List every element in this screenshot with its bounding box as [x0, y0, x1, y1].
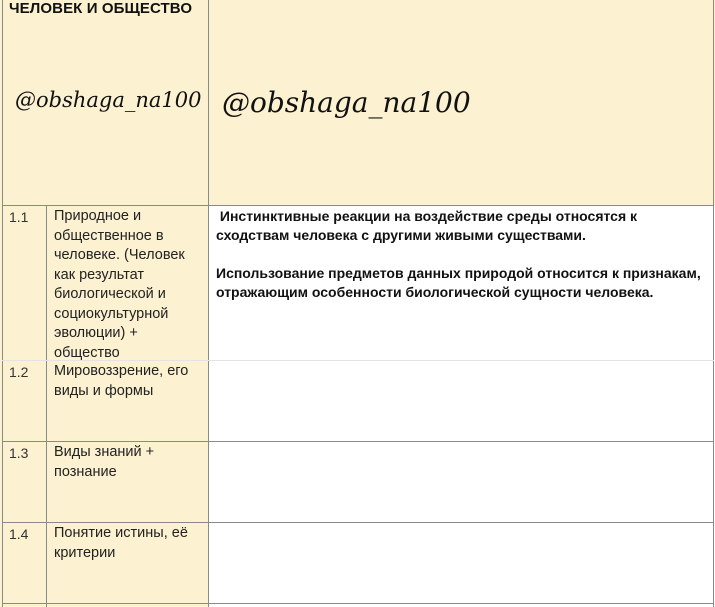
- row-topic: Понятие истины, её критерии: [54, 525, 188, 561]
- number-column-divider: [46, 205, 47, 607]
- table-border-right: [713, 0, 714, 607]
- row-divider: [2, 441, 714, 442]
- row-divider: [2, 603, 714, 604]
- row-topic: Мировоззрение, его виды и формы: [54, 363, 189, 399]
- table-border-left: [2, 0, 3, 607]
- row-divider: [2, 522, 714, 523]
- watermark-left: @obshaga_na100: [15, 88, 202, 112]
- row-divider: [2, 205, 714, 206]
- document-page: ЧЕЛОВЕК И ОБЩЕСТВО @obshaga_na100 @obsha…: [0, 0, 715, 607]
- watermark-right: @obshaga_na100: [222, 86, 471, 119]
- content-paragraph: Использование предметов данных природой …: [216, 265, 701, 300]
- row-number: 1.3: [9, 445, 29, 461]
- row-topic: Природное и общественное в человеке. (Че…: [54, 208, 185, 361]
- row-topic: Виды знаний + познание: [54, 444, 155, 480]
- section-title: ЧЕЛОВЕК И ОБЩЕСТВО: [9, 0, 193, 17]
- column-divider: [208, 0, 209, 607]
- row-number: 1.4: [9, 526, 29, 542]
- row-number: 1.1: [9, 209, 29, 225]
- row-number: 1.2: [9, 364, 29, 380]
- row-divider: [2, 360, 714, 361]
- content-paragraph: Инстинктивные реакции на воздействие сре…: [216, 208, 641, 243]
- row-content: Инстинктивные реакции на воздействие сре…: [216, 207, 710, 321]
